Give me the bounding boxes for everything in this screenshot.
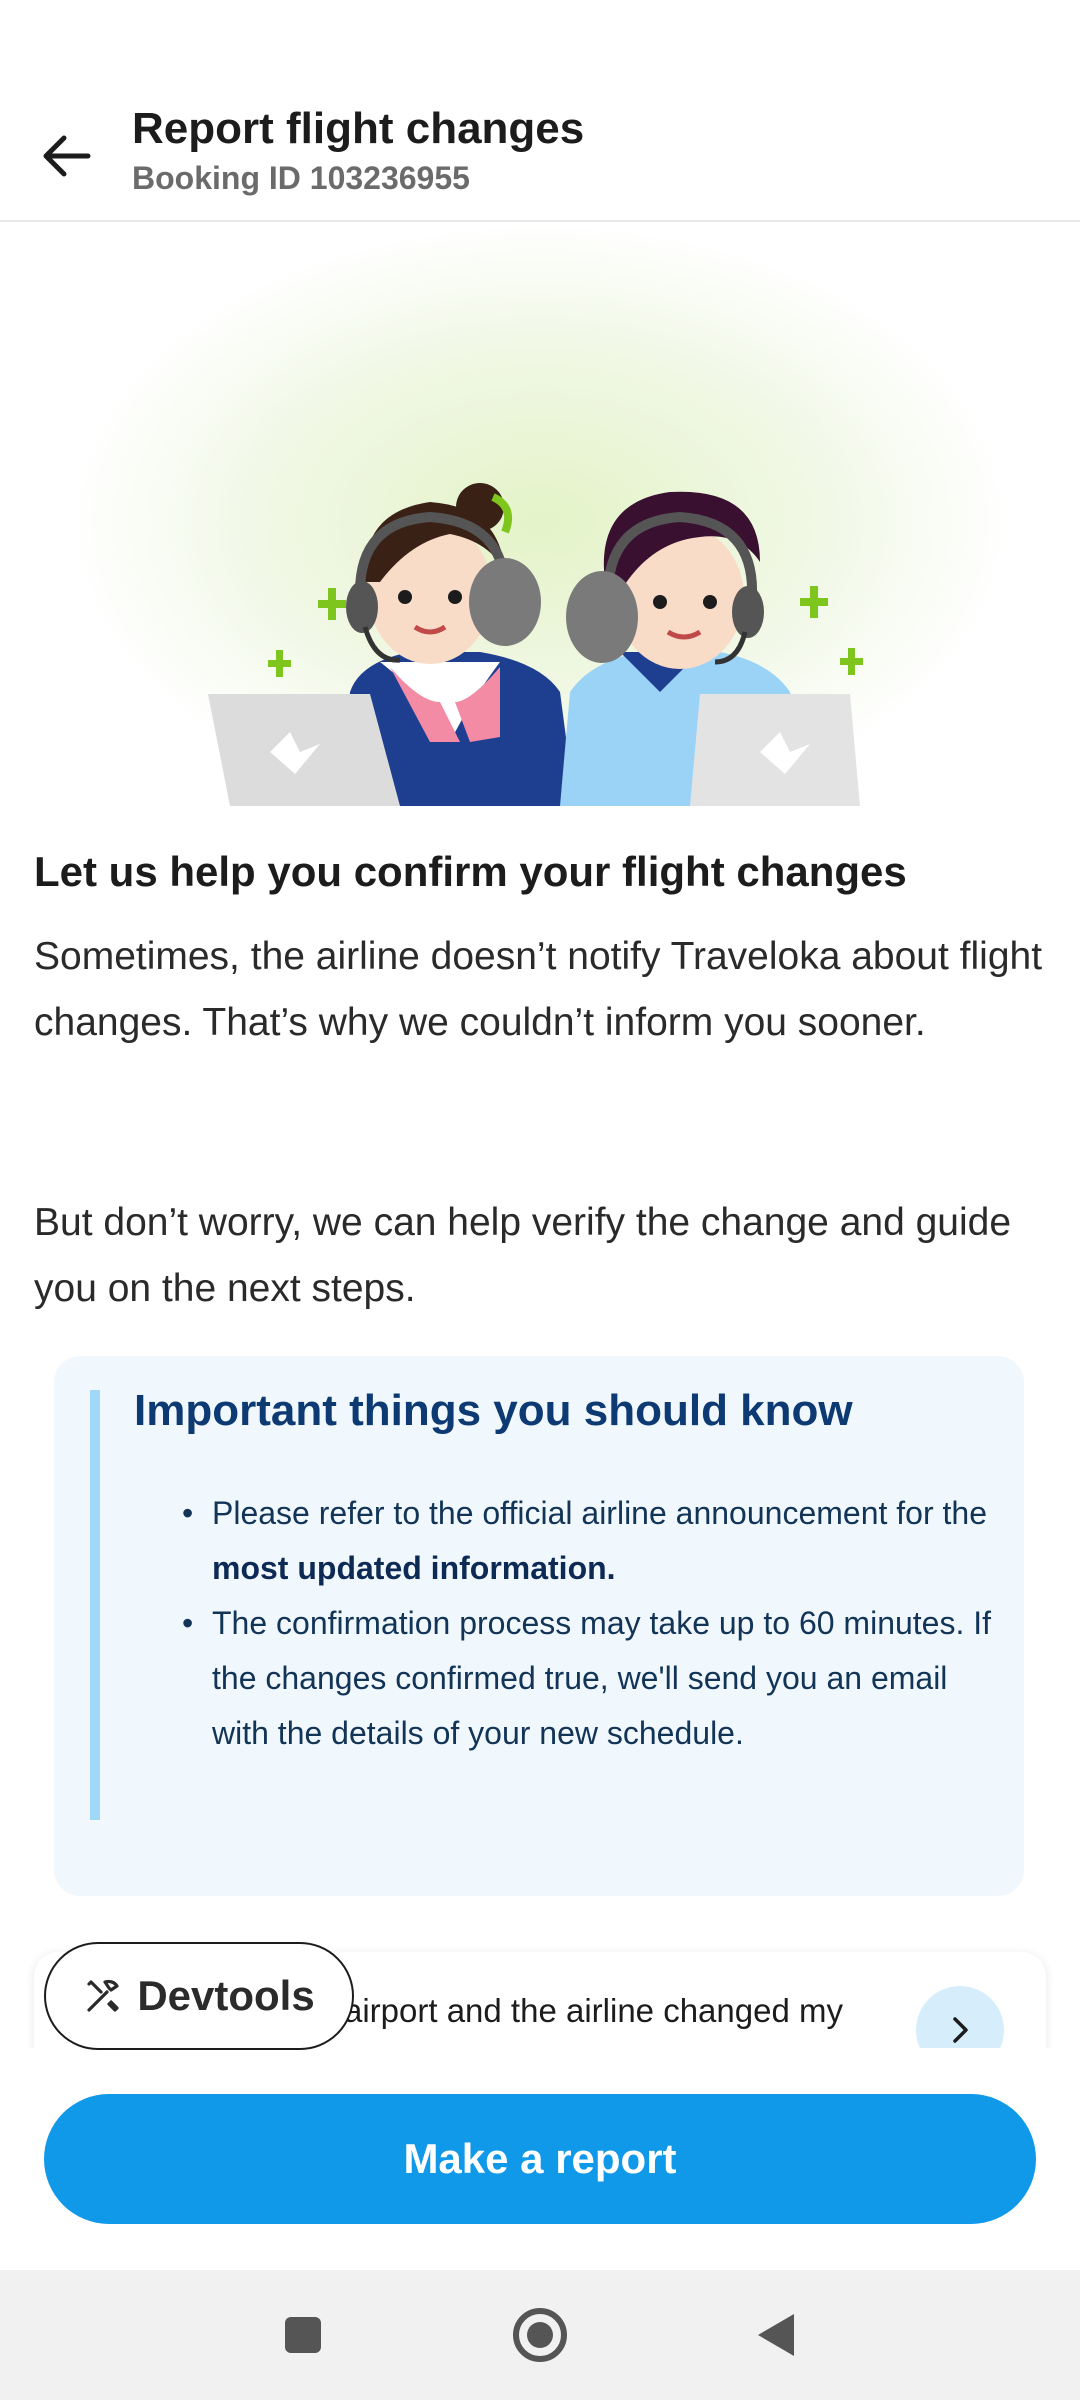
status-bar — [0, 0, 1080, 90]
info-item-2-text: The confirmation process may take up to … — [212, 1605, 992, 1751]
home-button[interactable] — [505, 2300, 575, 2370]
intro-paragraph: Sometimes, the airline doesn’t notify Tr… — [34, 935, 1043, 1044]
list-item: Please refer to the official airline ann… — [182, 1486, 992, 1596]
info-item-1-text: Please refer to the official airline ann… — [212, 1495, 987, 1531]
booking-id: Booking ID 103236955 — [132, 160, 470, 196]
info-list: Please refer to the official airline ann… — [182, 1486, 992, 1761]
system-back-button[interactable] — [740, 2300, 810, 2370]
top-app-bar: Report flight changes Booking ID 1032369… — [0, 90, 1080, 222]
hero-illustration — [0, 222, 1080, 806]
system-navigation-bar — [0, 2270, 1080, 2400]
make-report-button[interactable]: Make a report — [44, 2094, 1036, 2224]
square-icon — [285, 2317, 321, 2353]
section-heading: Let us help you confirm your flight chan… — [34, 848, 907, 895]
info-item-1-bold: most updated information. — [212, 1550, 616, 1586]
triangle-back-icon — [758, 2314, 794, 2356]
faq-question-line1: airport and the airline changed my — [344, 1992, 843, 2029]
chevron-right-icon — [953, 2017, 968, 2043]
info-title: Important things you should know — [134, 1386, 853, 1435]
devtools-label: Devtools — [137, 1972, 315, 2019]
tools-icon — [87, 1979, 119, 2012]
page-title: Report flight changes — [132, 104, 585, 153]
customer-support-illustration — [70, 222, 1010, 806]
recents-button[interactable] — [268, 2300, 338, 2370]
arrow-left-icon — [43, 135, 91, 177]
circle-icon — [513, 2308, 567, 2362]
bottom-action-panel: Make a report — [0, 2048, 1080, 2270]
info-accent-bar — [90, 1390, 100, 1820]
back-button[interactable] — [24, 114, 108, 198]
reassurance-paragraph: But don’t worry, we can help verify the … — [34, 1201, 1012, 1310]
list-item: The confirmation process may take up to … — [182, 1596, 992, 1761]
devtools-button[interactable]: Devtools — [44, 1942, 354, 2050]
important-info-box: Important things you should know Please … — [54, 1356, 1024, 1896]
